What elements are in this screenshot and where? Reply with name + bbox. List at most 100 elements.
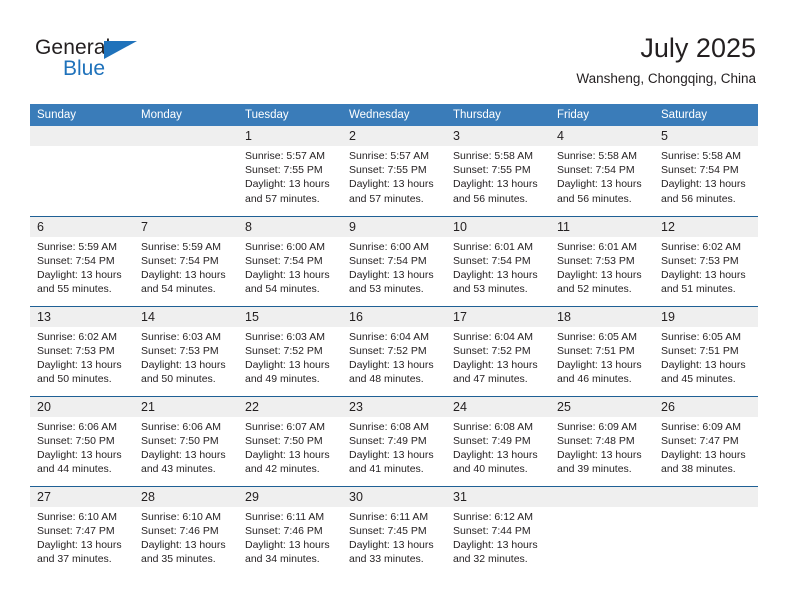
day-details: Sunrise: 6:07 AM Sunset: 7:50 PM Daylight:… <box>238 417 342 477</box>
sunset-text: Sunset: 7:55 PM <box>349 164 427 177</box>
sunset-text: Sunset: 7:53 PM <box>661 254 739 267</box>
day-details: Sunrise: 6:11 AM Sunset: 7:45 PM Daylight:… <box>342 507 446 567</box>
day-cell-inner: 8 Sunrise: 6:00 AM Sunset: 7:54 PM Daylight… <box>238 216 342 306</box>
daylight-text: Daylight: 13 hours and 53 minutes. <box>349 268 434 296</box>
day-cell-inner: 27 Sunrise: 6:10 AM Sunset: 7:47 PM Dayligh… <box>30 486 134 576</box>
calendar-day-cell[interactable]: 14 Sunrise: 6:03 AM Sunset: 7:53 PM Dayligh… <box>134 305 238 396</box>
daylight-text: Daylight: 13 hours and 56 minutes. <box>453 178 538 205</box>
sunrise-text: Sunrise: 6:10 AM <box>37 510 117 523</box>
sunrise-text: Sunrise: 5:58 AM <box>453 150 533 162</box>
day-number: 20 <box>30 396 134 417</box>
sunrise-text: Sunrise: 6:05 AM <box>557 330 637 343</box>
day-details: Sunrise: 6:08 AM Sunset: 7:49 PM Daylight:… <box>342 417 446 477</box>
daylight-text: Daylight: 13 hours and 39 minutes. <box>557 448 642 476</box>
day-cell-inner: 18 Sunrise: 6:05 AM Sunset: 7:51 PM Dayligh… <box>550 306 654 396</box>
day-details: Sunrise: 6:01 AM Sunset: 7:54 PM Daylight:… <box>446 237 550 297</box>
day-cell-inner: 12 Sunrise: 6:02 AM Sunset: 7:53 PM Dayligh… <box>654 216 758 306</box>
sunset-text: Sunset: 7:46 PM <box>141 524 219 537</box>
day-cell-inner: 24 Sunrise: 6:08 AM Sunset: 7:49 PM Dayligh… <box>446 396 550 486</box>
day-cell-inner: 22 Sunrise: 6:07 AM Sunset: 7:50 PM Dayligh… <box>238 396 342 486</box>
day-number: 14 <box>134 306 238 327</box>
day-number: 1 <box>238 126 342 146</box>
calendar-day-cell[interactable]: 24 Sunrise: 6:08 AM Sunset: 7:49 PM Dayligh… <box>446 395 550 486</box>
calendar-week-row: 13 Sunrise: 6:02 AM Sunset: 7:53 PM Dayligh… <box>30 305 758 396</box>
day-details: Sunrise: 6:09 AM Sunset: 7:47 PM Daylight:… <box>654 417 758 477</box>
page-header: General Blue July 2025 Wansheng, Chongqi… <box>0 0 792 103</box>
calendar-day-cell[interactable]: 29 Sunrise: 6:11 AM Sunset: 7:46 PM Dayligh… <box>238 485 342 576</box>
day-cell-inner: 20 Sunrise: 6:06 AM Sunset: 7:50 PM Dayligh… <box>30 396 134 486</box>
calendar-day-cell[interactable]: 16 Sunrise: 6:04 AM Sunset: 7:52 PM Dayligh… <box>342 305 446 396</box>
day-cell-inner: 23 Sunrise: 6:08 AM Sunset: 7:49 PM Dayligh… <box>342 396 446 486</box>
calendar-day-cell[interactable]: 31 Sunrise: 6:12 AM Sunset: 7:44 PM Dayligh… <box>446 485 550 576</box>
sunset-text: Sunset: 7:53 PM <box>37 344 115 357</box>
daylight-text: Daylight: 13 hours and 54 minutes. <box>141 268 226 296</box>
calendar-day-cell[interactable]: 20 Sunrise: 6:06 AM Sunset: 7:50 PM Dayligh… <box>30 395 134 486</box>
sunrise-text: Sunrise: 5:58 AM <box>661 150 741 162</box>
day-number: 25 <box>550 396 654 417</box>
calendar-day-cell[interactable]: 21 Sunrise: 6:06 AM Sunset: 7:50 PM Dayligh… <box>134 395 238 486</box>
calendar-day-cell[interactable]: 9 Sunrise: 6:00 AM Sunset: 7:54 PM Daylight… <box>342 215 446 306</box>
sunrise-text: Sunrise: 6:03 AM <box>245 330 325 343</box>
calendar-day-cell[interactable]: 19 Sunrise: 6:05 AM Sunset: 7:51 PM Dayligh… <box>654 305 758 396</box>
sunrise-text: Sunrise: 6:04 AM <box>453 330 533 343</box>
day-details: Sunrise: 6:06 AM Sunset: 7:50 PM Daylight:… <box>30 417 134 477</box>
day-details: Sunrise: 5:58 AM Sunset: 7:54 PM Daylight:… <box>550 146 654 206</box>
daylight-text: Daylight: 13 hours and 40 minutes. <box>453 448 538 476</box>
sunset-text: Sunset: 7:51 PM <box>557 344 635 357</box>
calendar-day-cell[interactable]: 10 Sunrise: 6:01 AM Sunset: 7:54 PM Dayligh… <box>446 215 550 306</box>
sunrise-text: Sunrise: 5:58 AM <box>557 150 637 162</box>
sunrise-text: Sunrise: 6:09 AM <box>557 420 637 433</box>
sunset-text: Sunset: 7:53 PM <box>557 254 635 267</box>
daylight-text: Daylight: 13 hours and 49 minutes. <box>245 358 330 386</box>
sunset-text: Sunset: 7:52 PM <box>453 344 531 357</box>
calendar-day-cell[interactable]: 2 Sunrise: 5:57 AM Sunset: 7:55 PM Daylight… <box>342 126 446 216</box>
day-cell-inner: 9 Sunrise: 6:00 AM Sunset: 7:54 PM Daylight… <box>342 216 446 306</box>
day-cell-inner <box>550 486 654 576</box>
weekday-header-friday: Friday <box>550 104 654 126</box>
daylight-text: Daylight: 13 hours and 57 minutes. <box>349 178 434 205</box>
calendar-day-cell[interactable]: 15 Sunrise: 6:03 AM Sunset: 7:52 PM Dayligh… <box>238 305 342 396</box>
day-details: Sunrise: 6:04 AM Sunset: 7:52 PM Daylight:… <box>342 327 446 387</box>
sunset-text: Sunset: 7:54 PM <box>141 254 219 267</box>
day-number: 15 <box>238 306 342 327</box>
day-number: 9 <box>342 216 446 237</box>
daylight-text: Daylight: 13 hours and 43 minutes. <box>141 448 226 476</box>
sunrise-text: Sunrise: 6:01 AM <box>557 240 637 253</box>
daylight-text: Daylight: 13 hours and 54 minutes. <box>245 268 330 296</box>
calendar-day-cell[interactable]: 17 Sunrise: 6:04 AM Sunset: 7:52 PM Dayligh… <box>446 305 550 396</box>
calendar-day-cell[interactable]: 25 Sunrise: 6:09 AM Sunset: 7:48 PM Dayligh… <box>550 395 654 486</box>
day-cell-inner: 6 Sunrise: 5:59 AM Sunset: 7:54 PM Daylight… <box>30 216 134 306</box>
calendar-day-cell[interactable]: 1 Sunrise: 5:57 AM Sunset: 7:55 PM Daylight… <box>238 126 342 216</box>
day-details: Sunrise: 6:10 AM Sunset: 7:46 PM Daylight:… <box>134 507 238 567</box>
day-cell-inner: 2 Sunrise: 5:57 AM Sunset: 7:55 PM Daylight… <box>342 126 446 215</box>
sunset-text: Sunset: 7:48 PM <box>557 434 635 447</box>
sunrise-text: Sunrise: 6:02 AM <box>661 240 741 253</box>
calendar-day-cell[interactable]: 18 Sunrise: 6:05 AM Sunset: 7:51 PM Dayligh… <box>550 305 654 396</box>
calendar-day-cell[interactable]: 3 Sunrise: 5:58 AM Sunset: 7:55 PM Daylight… <box>446 126 550 216</box>
sunset-text: Sunset: 7:45 PM <box>349 524 427 537</box>
calendar-day-cell[interactable]: 6 Sunrise: 5:59 AM Sunset: 7:54 PM Daylight… <box>30 215 134 306</box>
calendar-day-cell[interactable]: 13 Sunrise: 6:02 AM Sunset: 7:53 PM Dayligh… <box>30 305 134 396</box>
daylight-text: Daylight: 13 hours and 41 minutes. <box>349 448 434 476</box>
day-cell-inner <box>654 486 758 576</box>
calendar-day-cell[interactable]: 28 Sunrise: 6:10 AM Sunset: 7:46 PM Dayligh… <box>134 485 238 576</box>
calendar-day-cell[interactable]: 7 Sunrise: 5:59 AM Sunset: 7:54 PM Daylight… <box>134 215 238 306</box>
brand-logo[interactable]: General Blue <box>35 36 215 84</box>
calendar-day-cell[interactable]: 5 Sunrise: 5:58 AM Sunset: 7:54 PM Daylight… <box>654 126 758 216</box>
calendar-day-cell[interactable]: 27 Sunrise: 6:10 AM Sunset: 7:47 PM Dayligh… <box>30 485 134 576</box>
calendar-day-cell[interactable]: 23 Sunrise: 6:08 AM Sunset: 7:49 PM Dayligh… <box>342 395 446 486</box>
calendar-day-cell[interactable]: 12 Sunrise: 6:02 AM Sunset: 7:53 PM Dayligh… <box>654 215 758 306</box>
sunset-text: Sunset: 7:47 PM <box>661 434 739 447</box>
sunrise-text: Sunrise: 6:00 AM <box>349 240 429 253</box>
calendar-day-cell[interactable]: 26 Sunrise: 6:09 AM Sunset: 7:47 PM Dayligh… <box>654 395 758 486</box>
sunset-text: Sunset: 7:54 PM <box>245 254 323 267</box>
day-number <box>654 486 758 507</box>
day-number: 13 <box>30 306 134 327</box>
day-cell-inner: 3 Sunrise: 5:58 AM Sunset: 7:55 PM Daylight… <box>446 126 550 215</box>
calendar-day-cell[interactable]: 11 Sunrise: 6:01 AM Sunset: 7:53 PM Dayligh… <box>550 215 654 306</box>
calendar-day-cell[interactable]: 30 Sunrise: 6:11 AM Sunset: 7:45 PM Dayligh… <box>342 485 446 576</box>
calendar-day-cell[interactable]: 4 Sunrise: 5:58 AM Sunset: 7:54 PM Daylight… <box>550 126 654 216</box>
calendar-page: General Blue July 2025 Wansheng, Chongqi… <box>0 0 792 612</box>
calendar-day-cell[interactable]: 22 Sunrise: 6:07 AM Sunset: 7:50 PM Dayligh… <box>238 395 342 486</box>
calendar-day-cell[interactable]: 8 Sunrise: 6:00 AM Sunset: 7:54 PM Daylight… <box>238 215 342 306</box>
